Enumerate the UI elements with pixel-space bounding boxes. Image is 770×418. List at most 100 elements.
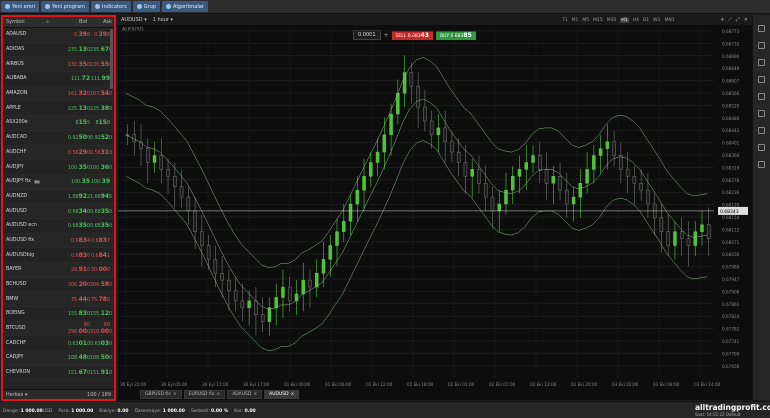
row-bid[interactable]: 306.200: [61, 281, 90, 288]
list-icon[interactable]: [758, 59, 765, 66]
watchlist-row[interactable]: BCHUSD 306.200 306.580: [3, 278, 114, 293]
row-ask[interactable]: 0.56310: [90, 149, 112, 156]
row-bid[interactable]: 130.350: [61, 61, 90, 68]
row-ask[interactable]: 0.6837: [90, 237, 112, 244]
row-ask[interactable]: 75.780: [90, 296, 112, 303]
close-tab-icon[interactable]: ×: [253, 392, 257, 397]
watchlist-row[interactable]: AUDCHF 0.56290 0.56310: [3, 145, 114, 161]
watchlist-row[interactable]: BMW 75.440 75.780: [3, 292, 114, 308]
row-ask[interactable]: 30.000: [90, 266, 112, 273]
row-ask[interactable]: 108.500: [90, 354, 112, 361]
maximize-icon[interactable]: ⤢: [736, 17, 740, 23]
toolbar-button-3[interactable]: Grup: [132, 1, 160, 12]
timeframe-mn1[interactable]: MN1: [664, 18, 674, 23]
row-bid[interactable]: 155.830: [61, 310, 90, 317]
watchlist-row[interactable]: AUDUSDbig 0.6830 0.6841: [3, 248, 114, 263]
timeframe-m30[interactable]: M30: [607, 18, 617, 23]
watchlist-row[interactable]: ASX200e 8155 8158: [3, 116, 114, 131]
group-filter[interactable]: Herkes ▾: [6, 392, 27, 398]
row-ask[interactable]: 100.360: [90, 164, 112, 171]
watchlist-row[interactable]: AUDNZD 1.09922 1.09945: [3, 190, 114, 205]
row-bid[interactable]: 235.130: [61, 46, 90, 53]
row-bid[interactable]: 0.398: [61, 31, 90, 38]
row-bid[interactable]: 151.670: [61, 369, 90, 376]
row-bid[interactable]: 100.350: [61, 164, 90, 171]
close-icon[interactable]: ✕: [744, 17, 748, 23]
bid-column-header[interactable]: Bid: [53, 19, 87, 25]
row-bid[interactable]: 100.35: [61, 178, 90, 185]
row-bid[interactable]: 8155: [61, 119, 90, 126]
watchlist-row[interactable]: BTCUSD 60 296.000 60 318.000: [3, 321, 114, 337]
watchlist-row[interactable]: ADAUSD 0.398 0.398: [3, 28, 114, 43]
watchlist-row[interactable]: APPLE 225.130 225.380: [3, 101, 114, 117]
timeframe-t1[interactable]: T1: [562, 18, 568, 23]
chart-tab[interactable]: AUDUSD ×: [264, 390, 300, 399]
chart-tab[interactable]: ADAUSD ×: [227, 390, 263, 399]
row-ask[interactable]: 167.540: [90, 90, 112, 97]
symbol-select[interactable]: AUDUSD ▾: [121, 17, 147, 23]
row-bid[interactable]: 0.6834: [61, 237, 90, 244]
watchlist-row[interactable]: ALIBABA 111.72 111.99: [3, 72, 114, 87]
watchlist-scrollbar[interactable]: [110, 29, 113, 89]
settings-icon[interactable]: [758, 25, 765, 32]
row-ask[interactable]: 151.910: [90, 369, 112, 376]
chart-tab[interactable]: GBPUSD fix ×: [140, 390, 182, 399]
watchlist-row[interactable]: ADIDAS 235.130235.670: [3, 43, 114, 58]
watchlist-row[interactable]: BAYER 29.910 30.000: [3, 263, 114, 278]
watchlist-row[interactable]: AUDUSD 0.68340 0.68350: [3, 204, 114, 219]
chart-area[interactable]: AUDUSD ▾ 1 hour ▾ T1 M1 M5 M15 M30 H1 H4 D1 W1 MN…: [118, 15, 752, 400]
watchlist-row[interactable]: AUDJPY fix fix 100.35 100.39: [3, 174, 114, 190]
watchlist-row[interactable]: CADCHF 0.63010 0.63030: [3, 336, 114, 352]
row-bid[interactable]: 108.480: [61, 354, 90, 361]
chart-tab[interactable]: EURUSD fix ×: [183, 390, 226, 399]
timeframe-w1[interactable]: W1: [653, 18, 660, 23]
row-bid[interactable]: 1.09922: [61, 193, 90, 200]
row-bid[interactable]: 0.56290: [61, 149, 90, 156]
watchlist-row[interactable]: CADJPY 108.480 108.500: [3, 351, 114, 366]
row-ask[interactable]: 0.92520: [90, 134, 112, 141]
line-icon[interactable]: ⟋: [728, 17, 732, 23]
search-icon[interactable]: ⌕: [46, 19, 49, 25]
row-ask[interactable]: 130.550: [90, 61, 112, 68]
globe-icon[interactable]: [758, 93, 765, 100]
close-tab-icon[interactable]: ×: [216, 392, 220, 397]
watchlist-row[interactable]: AUDCAD 0.92500 0.92520: [3, 131, 114, 146]
watchlist-row[interactable]: AUDUSD ecn 0.68350 0.68350: [3, 219, 114, 234]
row-ask[interactable]: 306.580: [90, 281, 112, 288]
row-ask[interactable]: 0.63030: [90, 340, 112, 347]
clock-icon[interactable]: [758, 76, 765, 83]
watchlist-row[interactable]: AUDJPY 100.350 100.360: [3, 160, 114, 175]
timeframe-h1[interactable]: H1: [620, 17, 629, 23]
row-bid[interactable]: 111.72: [61, 75, 90, 82]
row-ask[interactable]: 0.6841: [90, 252, 112, 259]
toolbar-button-4[interactable]: Algoritmalar: [161, 1, 208, 12]
watchlist-row[interactable]: AUDUSD fix 0.6834 0.6837: [3, 233, 114, 249]
timeframe-m15[interactable]: M15: [593, 18, 603, 23]
timeframe-h4[interactable]: H4: [633, 18, 639, 23]
watchlist-row[interactable]: CHEVRON 151.670 151.910: [3, 366, 114, 381]
watchlist-row[interactable]: AIRBUS 130.350130.550: [3, 57, 114, 73]
calendar-icon[interactable]: [758, 144, 765, 151]
watchlist-row[interactable]: BOEING 155.830 155.120: [3, 307, 114, 322]
row-bid[interactable]: 0.68340: [61, 208, 90, 215]
row-ask[interactable]: 0.398: [90, 31, 112, 38]
toolbar-button-0[interactable]: Yeni emri: [1, 1, 40, 12]
row-ask[interactable]: 100.39: [90, 178, 112, 185]
row-bid[interactable]: 225.130: [61, 105, 90, 112]
row-bid[interactable]: 60 296.000: [61, 323, 90, 335]
row-ask[interactable]: 60 318.000: [90, 323, 112, 335]
toolbar-button-1[interactable]: Yeni program: [41, 1, 89, 12]
symbol-column-header[interactable]: Symbol ⌕: [3, 19, 53, 25]
row-bid[interactable]: 75.440: [61, 296, 90, 303]
row-bid[interactable]: 0.63010: [61, 340, 90, 347]
timeframe-select[interactable]: 1 hour ▾: [153, 17, 173, 23]
timeframe-m5[interactable]: M5: [582, 18, 589, 23]
timeframe-m1[interactable]: M1: [572, 18, 579, 23]
row-ask[interactable]: 8158: [90, 119, 112, 126]
close-tab-icon[interactable]: ×: [291, 392, 295, 397]
row-bid[interactable]: 0.92500: [61, 134, 90, 141]
ask-column-header[interactable]: Ask: [87, 19, 114, 25]
chart-icon[interactable]: [758, 110, 765, 117]
row-bid[interactable]: 0.68350: [61, 222, 90, 229]
row-ask[interactable]: 0.68350: [90, 222, 112, 229]
